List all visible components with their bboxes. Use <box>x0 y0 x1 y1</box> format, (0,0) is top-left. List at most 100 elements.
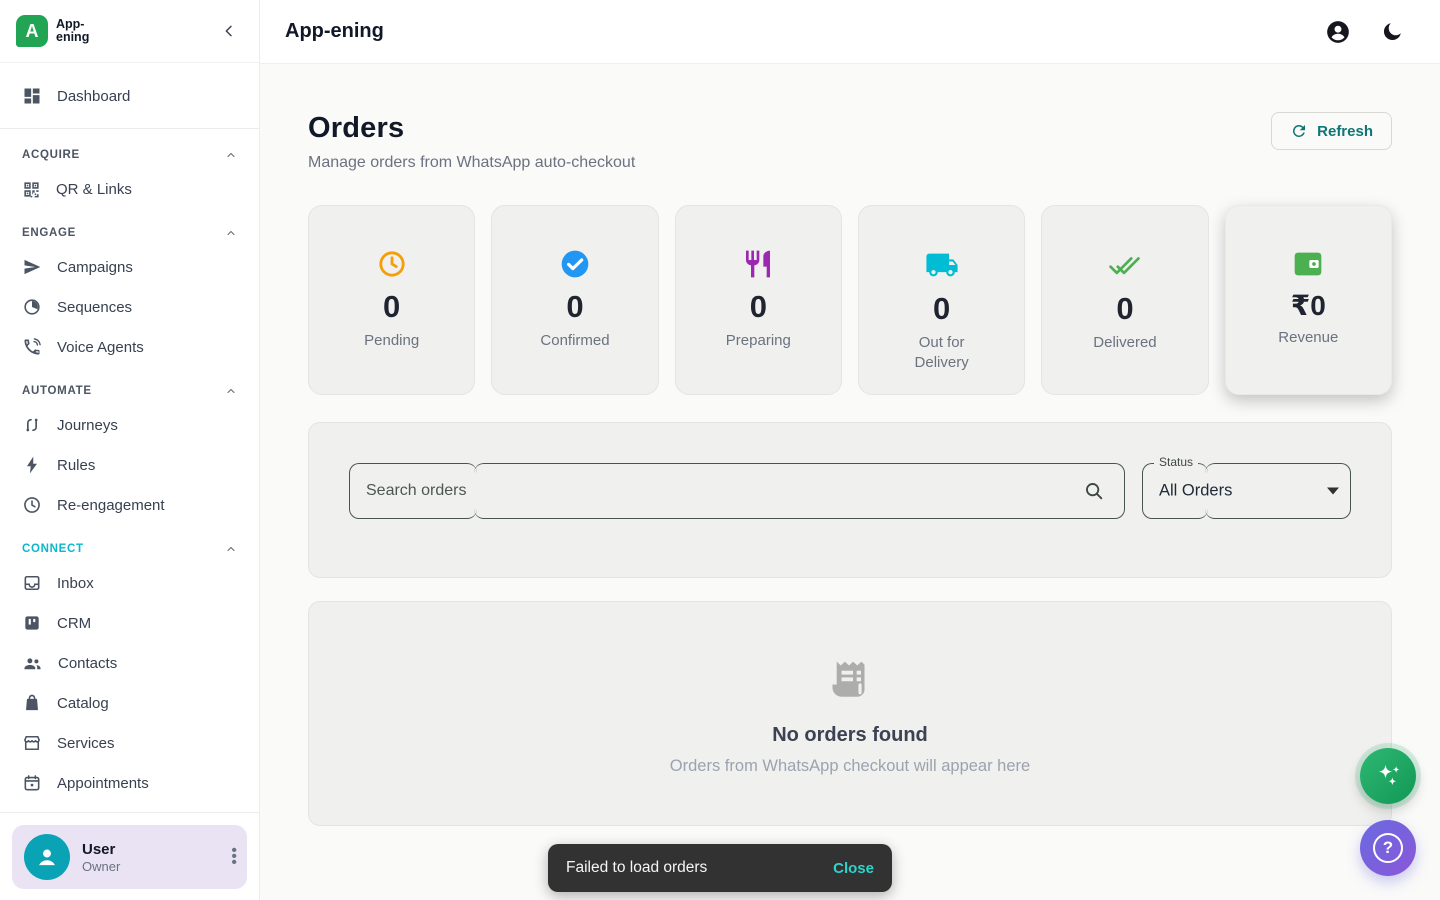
restaurant-icon <box>746 250 771 278</box>
stat-label: Revenue <box>1278 329 1339 346</box>
empty-state-title: No orders found <box>772 723 928 746</box>
done-all-icon <box>1109 257 1140 275</box>
logo-letter: A <box>25 20 39 41</box>
receipt-icon <box>832 661 865 697</box>
sidebar-item-appointments[interactable]: Appointments <box>12 763 247 803</box>
sidebar-item-label: Sequences <box>57 298 133 316</box>
sidebar-collapse-button[interactable] <box>215 17 243 45</box>
stat-label: Pending <box>364 332 420 349</box>
section-header-connect[interactable]: CONNECT <box>12 535 247 563</box>
user-profile-card[interactable]: User Owner • • • <box>12 825 247 889</box>
account-circle-icon <box>1327 20 1349 43</box>
stat-value: 0 <box>566 289 584 324</box>
sidebar-item-label: Re-engagement <box>57 496 165 514</box>
sidebar-item-rules[interactable]: Rules <box>12 445 247 485</box>
sidebar-item-contacts[interactable]: Contacts <box>12 643 247 683</box>
sidebar-item-campaigns[interactable]: Campaigns <box>12 247 247 287</box>
divider <box>0 128 259 129</box>
account-button[interactable] <box>1324 18 1352 46</box>
user-avatar <box>24 834 70 880</box>
sidebar-item-label: Rules <box>57 456 96 474</box>
section-header-acquire[interactable]: ACQUIRE <box>12 141 247 169</box>
toast-notification: Failed to load orders Close <box>548 844 892 892</box>
stat-card-pending[interactable]: 0 Pending <box>308 205 476 395</box>
inbox-icon <box>24 575 40 591</box>
logo-text: App- ening <box>56 16 90 44</box>
stat-card-confirmed[interactable]: 0 Confirmed <box>491 205 659 395</box>
user-menu-button[interactable]: • • • <box>231 843 237 871</box>
stat-card-delivered[interactable]: 0 Delivered <box>1041 205 1209 395</box>
clock-icon <box>379 251 405 277</box>
moon-icon <box>1383 22 1401 40</box>
qr-code-icon <box>24 181 39 197</box>
sidebar-user-area: User Owner • • • <box>0 812 259 900</box>
section-header-engage[interactable]: ENGAGE <box>12 219 247 247</box>
toast-close-button[interactable]: Close <box>833 860 874 877</box>
dashboard-icon <box>24 88 40 104</box>
sidebar-item-journeys[interactable]: Journeys <box>12 405 247 445</box>
sidebar-item-label: Journeys <box>57 416 118 434</box>
sidebar-item-catalog[interactable]: Catalog <box>12 683 247 723</box>
route-icon <box>26 418 38 432</box>
user-role: Owner <box>82 858 121 874</box>
stat-value: 0 <box>383 289 401 324</box>
sidebar-item-sequences[interactable]: Sequences <box>12 287 247 327</box>
top-header: App-ening <box>260 0 1440 64</box>
sidebar-item-label: CRM <box>57 614 92 632</box>
sidebar-nav: Dashboard ACQUIRE QR & Links ENGAGE Camp… <box>0 64 259 812</box>
phone-icon <box>24 338 41 355</box>
person-icon <box>39 849 55 866</box>
dark-mode-toggle[interactable] <box>1378 18 1406 46</box>
sidebar-item-crm[interactable]: CRM <box>12 603 247 643</box>
sidebar-item-voice-agents[interactable]: Voice Agents <box>12 327 247 367</box>
sidebar-item-label: Contacts <box>58 654 118 672</box>
search-input[interactable] <box>349 463 1125 519</box>
sidebar-item-label: QR & Links <box>56 180 132 198</box>
refresh-icon <box>1293 124 1306 137</box>
stat-card-out-for-delivery[interactable]: 0 Out for Delivery <box>857 205 1026 395</box>
sidebar-item-re-engagement[interactable]: Re-engagement <box>12 485 247 525</box>
stat-card-revenue[interactable]: ₹0 Revenue <box>1224 205 1392 395</box>
storefront-icon <box>24 735 40 751</box>
stat-label: Confirmed <box>540 332 610 349</box>
send-icon <box>24 259 41 275</box>
stat-value: ₹0 <box>1290 290 1326 321</box>
sidebar-item-services[interactable]: Services <box>12 723 247 763</box>
sidebar-logo-row: A App- ening <box>0 0 259 63</box>
toast-message: Failed to load orders <box>566 859 708 876</box>
status-select[interactable]: Status All Orders <box>1142 455 1351 519</box>
stat-label: Preparing <box>725 332 791 349</box>
search-field[interactable]: Search orders <box>349 463 1125 519</box>
user-name: User <box>82 840 116 858</box>
stat-label: Delivered <box>1093 334 1157 351</box>
question-mark-icon: ? <box>1373 833 1403 863</box>
ai-assistant-fab[interactable] <box>1360 748 1416 804</box>
sidebar: A App- ening Dashboard ACQUIRE QR & Link… <box>0 0 260 900</box>
check-circle-icon <box>561 250 589 278</box>
sidebar-item-label: Appointments <box>57 774 149 792</box>
sidebar-item-label: Campaigns <box>57 258 133 276</box>
sidebar-item-label: Catalog <box>57 694 109 712</box>
stat-value: 0 <box>749 289 767 324</box>
section-header-automate[interactable]: AUTOMATE <box>12 377 247 405</box>
chevron-up-icon <box>227 230 235 236</box>
app-logo-icon: A <box>16 15 48 47</box>
chevron-up-icon <box>227 152 235 158</box>
help-fab[interactable]: ? <box>1360 820 1416 876</box>
stats-row: 0 Pending 0 Confirmed 0 Preparing 0 Out … <box>308 205 1392 395</box>
calendar-icon <box>24 775 40 791</box>
status-label: Status <box>1154 455 1199 469</box>
sidebar-item-label: Dashboard <box>57 87 131 105</box>
stat-card-preparing[interactable]: 0 Preparing <box>674 205 842 395</box>
wallet-icon <box>1294 252 1322 276</box>
sidebar-item-inbox[interactable]: Inbox <box>12 563 247 603</box>
people-icon <box>24 657 41 669</box>
dropdown-caret-icon <box>1327 487 1339 495</box>
refresh-button[interactable]: Refresh <box>1271 112 1392 150</box>
sidebar-item-dashboard[interactable]: Dashboard <box>12 76 247 116</box>
sidebar-item-qr-links[interactable]: QR & Links <box>12 169 247 209</box>
main-content: Orders Manage orders from WhatsApp auto-… <box>260 64 1440 900</box>
shopping-bag-icon <box>26 694 38 711</box>
filter-card: Search orders Status All Orders <box>308 422 1392 578</box>
stat-value: 0 <box>1116 291 1134 326</box>
